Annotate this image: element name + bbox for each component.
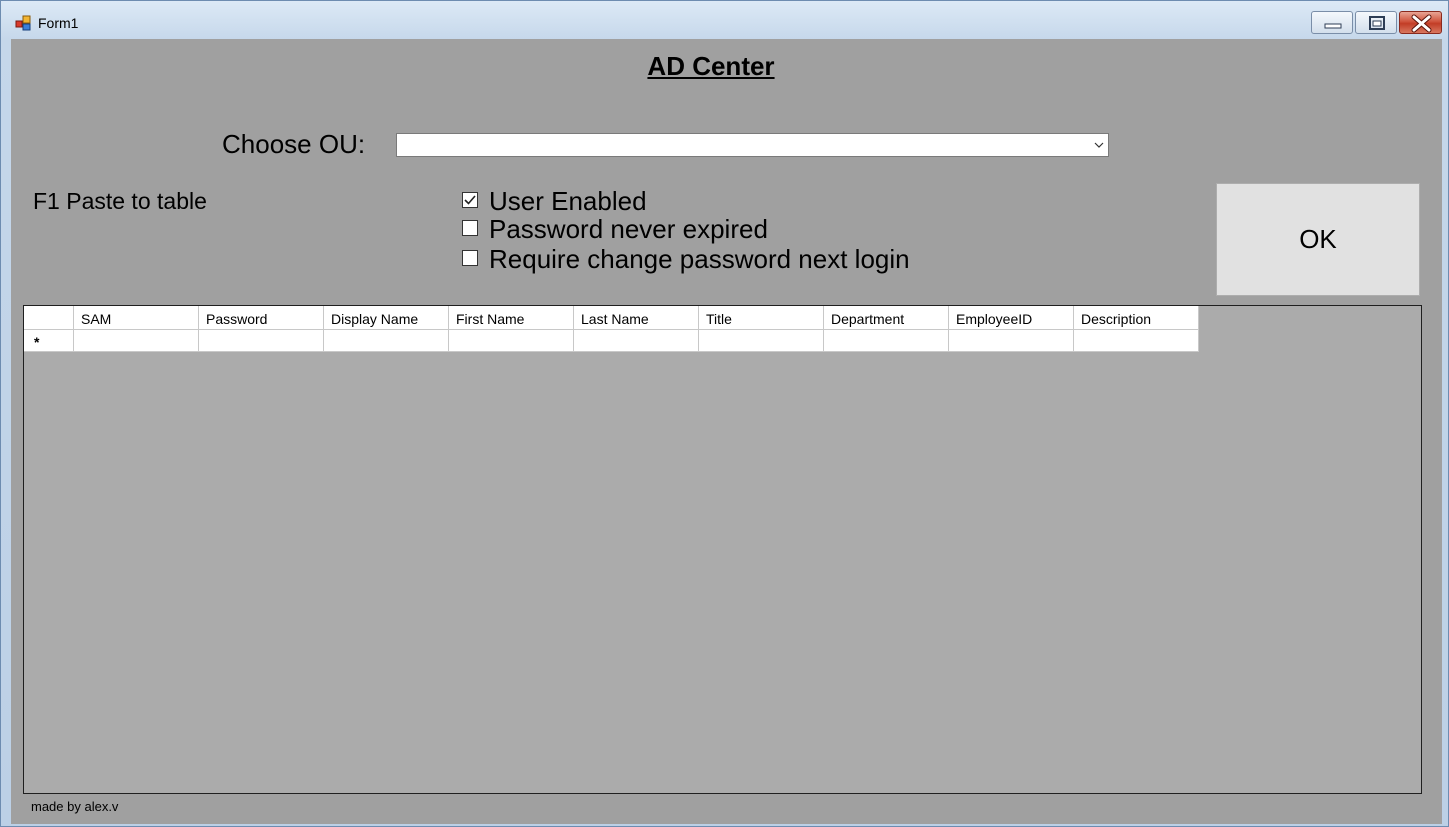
- column-header-last-name[interactable]: Last Name: [574, 306, 699, 330]
- cell-employeeid[interactable]: [949, 330, 1074, 352]
- user-enabled-checkbox[interactable]: [462, 192, 478, 208]
- cell-password[interactable]: [199, 330, 324, 352]
- cell-sam[interactable]: [74, 330, 199, 352]
- chevron-down-icon: [1094, 142, 1104, 148]
- paste-hint-label: F1 Paste to table: [33, 188, 207, 214]
- checkmark-icon: [464, 195, 476, 205]
- window-title: Form1: [38, 15, 79, 31]
- minimize-button[interactable]: [1311, 11, 1353, 34]
- require-change-password-label: Require change password next login: [489, 244, 910, 274]
- column-header-department[interactable]: Department: [824, 306, 949, 330]
- maximize-icon: [1369, 16, 1385, 30]
- new-row-marker[interactable]: *: [24, 330, 74, 352]
- cell-first-name[interactable]: [449, 330, 574, 352]
- ou-dropdown[interactable]: [396, 133, 1109, 157]
- column-header-title[interactable]: Title: [699, 306, 824, 330]
- choose-ou-label: Choose OU:: [222, 129, 366, 159]
- column-header-password[interactable]: Password: [199, 306, 324, 330]
- ok-button[interactable]: OK: [1216, 183, 1420, 296]
- grid-corner-cell[interactable]: [24, 306, 74, 330]
- column-header-employeeid[interactable]: EmployeeID: [949, 306, 1074, 330]
- window-frame: Form1 AD Center Choose OU: F1 Paste to t…: [0, 0, 1449, 827]
- password-never-expired-checkbox[interactable]: [462, 220, 478, 236]
- require-change-password-checkbox[interactable]: [462, 250, 478, 266]
- user-enabled-label: User Enabled: [489, 186, 647, 216]
- cell-title[interactable]: [699, 330, 824, 352]
- footer-credit: made by alex.v: [31, 799, 119, 814]
- table-row-new: *: [24, 330, 1199, 352]
- cell-department[interactable]: [824, 330, 949, 352]
- minimize-icon: [1324, 23, 1342, 29]
- grid-header-row: SAM Password Display Name First Name Las…: [24, 306, 1199, 330]
- password-never-expired-label: Password never expired: [489, 214, 768, 244]
- page-title: AD Center: [647, 51, 775, 81]
- cell-last-name[interactable]: [574, 330, 699, 352]
- form-client-area: AD Center Choose OU: F1 Paste to table U…: [11, 39, 1442, 824]
- column-header-description[interactable]: Description: [1074, 306, 1199, 330]
- users-data-grid[interactable]: SAM Password Display Name First Name Las…: [23, 305, 1422, 794]
- column-header-first-name[interactable]: First Name: [449, 306, 574, 330]
- app-form-icon: [15, 15, 31, 31]
- column-header-sam[interactable]: SAM: [74, 306, 199, 330]
- close-button[interactable]: [1399, 11, 1442, 34]
- cell-display-name[interactable]: [324, 330, 449, 352]
- column-header-display-name[interactable]: Display Name: [324, 306, 449, 330]
- title-bar[interactable]: Form1: [1, 1, 1449, 39]
- cell-description[interactable]: [1074, 330, 1199, 352]
- maximize-button[interactable]: [1355, 11, 1397, 34]
- close-icon: [1411, 14, 1432, 33]
